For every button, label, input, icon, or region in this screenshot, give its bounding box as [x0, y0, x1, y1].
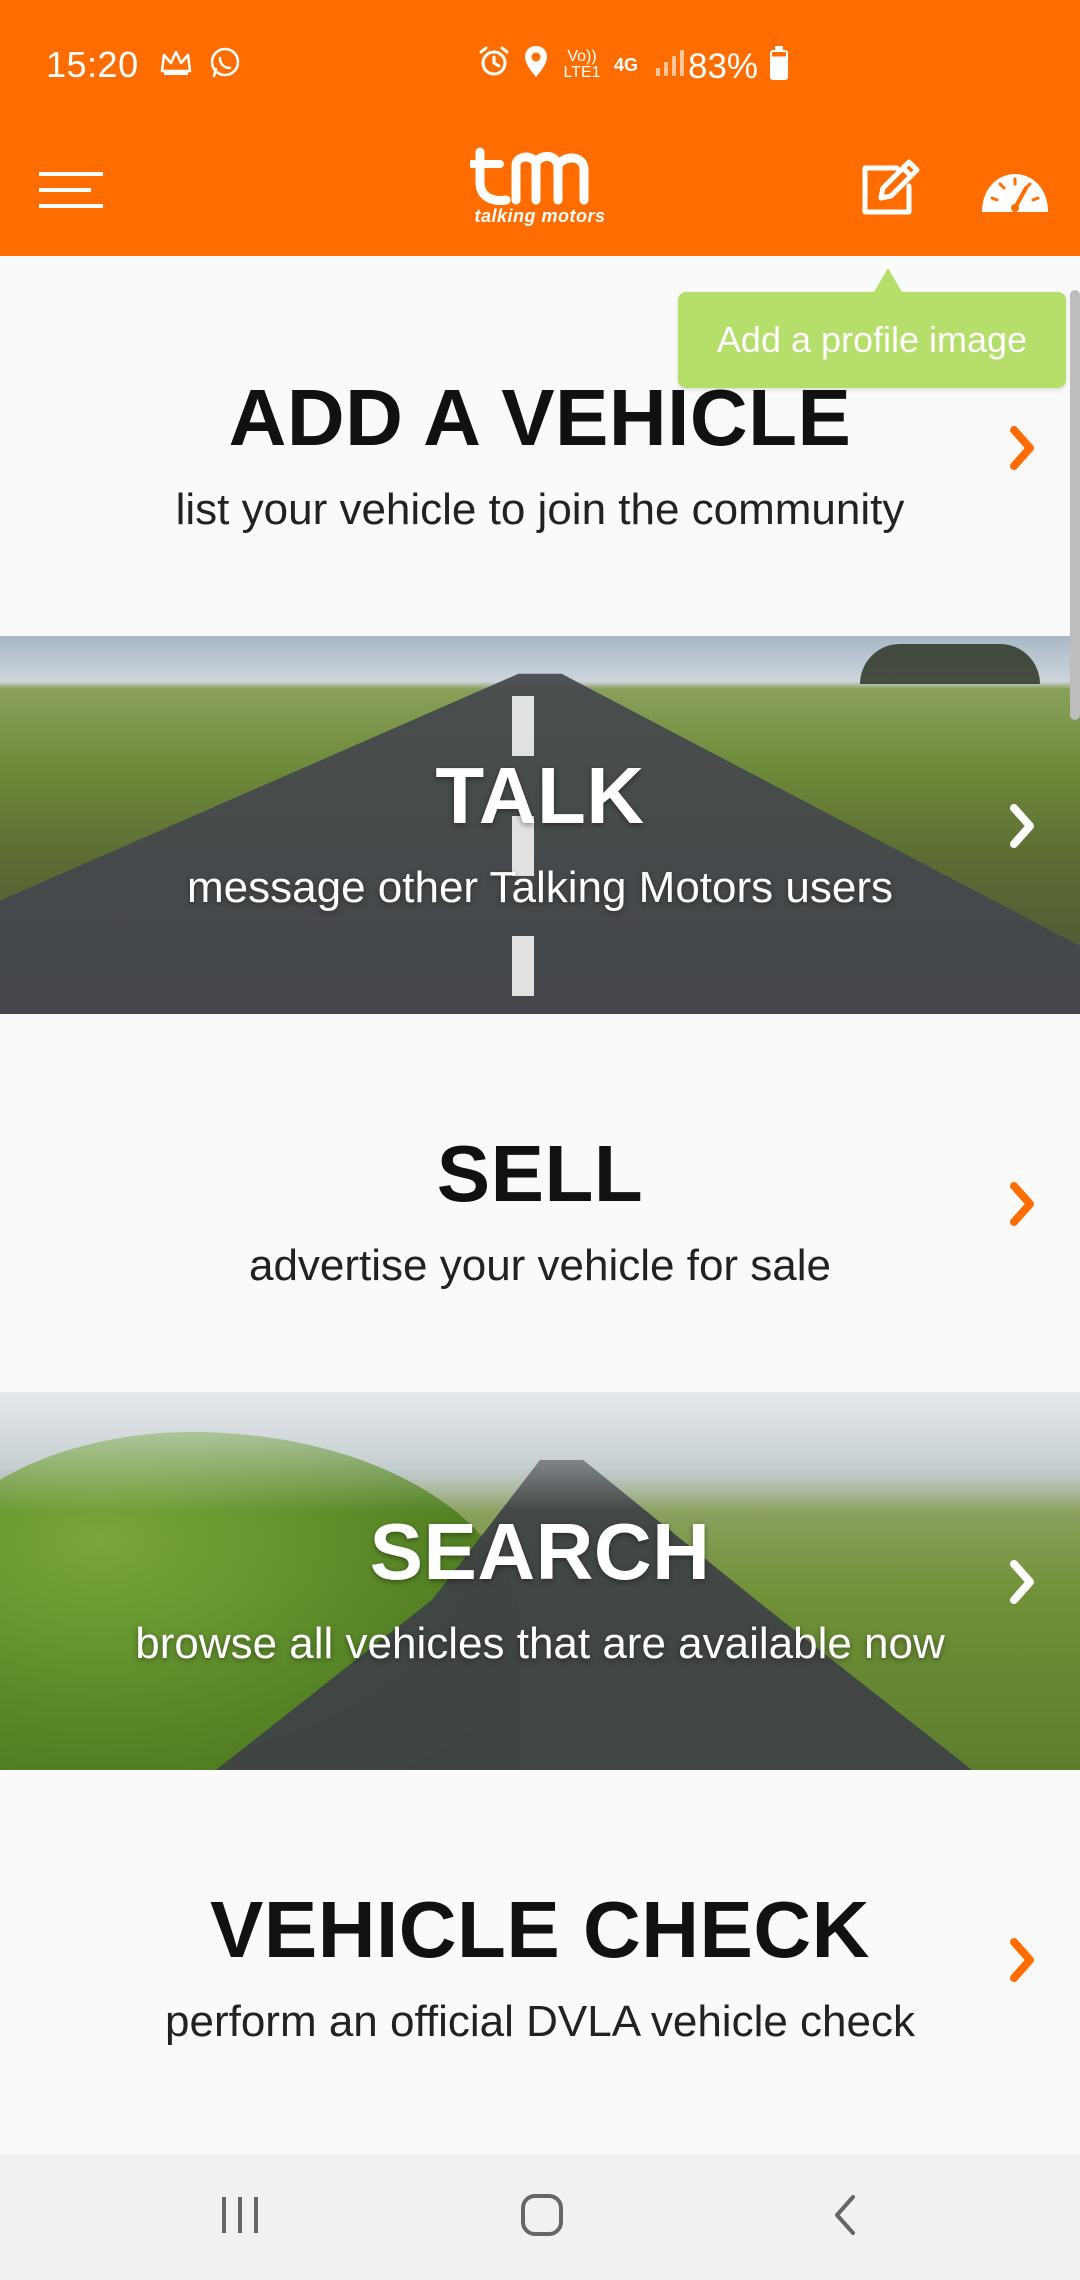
- whatsapp-icon: [208, 46, 242, 85]
- status-time: 15:20: [46, 44, 139, 85]
- crown-icon: [160, 49, 192, 82]
- system-navigation-bar: [0, 2154, 1080, 2280]
- volte-icon: Vo)) LTE1: [563, 47, 601, 81]
- logo-mark-icon: [468, 147, 589, 205]
- back-icon: [831, 2193, 861, 2242]
- status-bar: 15:20 Vo)) LTE1 4G 83%: [0, 0, 1080, 130]
- talking-motors-logo: talking motors: [468, 142, 610, 252]
- location-icon: [522, 44, 550, 85]
- card-subtitle: perform an official DVLA vehicle check: [165, 1997, 915, 2046]
- hamburger-menu-icon: [39, 170, 105, 215]
- card-subtitle: advertise your vehicle for sale: [248, 1241, 832, 1290]
- back-button[interactable]: [786, 2174, 906, 2260]
- app-header: talking motors: [0, 130, 1080, 256]
- recent-apps-icon: [218, 2195, 262, 2240]
- card-title: VEHICLE CHECK: [210, 1885, 870, 1974]
- alarm-icon: [476, 44, 512, 85]
- scrollbar[interactable]: [1070, 290, 1080, 720]
- battery-icon: [770, 46, 788, 80]
- menu-button[interactable]: [36, 162, 108, 222]
- speedometer-icon: [980, 170, 1050, 219]
- card-title: SELL: [436, 1129, 644, 1218]
- network-4g-icon: 4G: [614, 54, 639, 75]
- home-icon: [519, 2192, 565, 2243]
- talk-card[interactable]: TALK message other Talking Motors users: [0, 636, 1080, 1014]
- top-bar: 15:20 Vo)) LTE1 4G 83% talking motors: [0, 0, 1080, 256]
- dashboard-button[interactable]: [972, 154, 1058, 234]
- logo-subtext: talking motors: [474, 206, 606, 226]
- card-subtitle: list your vehicle to join the community: [175, 485, 905, 534]
- chevron-right-icon: [1010, 426, 1034, 470]
- sell-card[interactable]: SELL advertise your vehicle for sale: [0, 1014, 1080, 1392]
- card-title: SEARCH: [369, 1507, 711, 1596]
- vehicle-check-card[interactable]: VEHICLE CHECK perform an official DVLA v…: [0, 1770, 1080, 2148]
- status-center-icons: Vo)) LTE1 4G: [476, 44, 686, 85]
- edit-profile-button[interactable]: [850, 150, 930, 230]
- chevron-right-icon: [1010, 1182, 1034, 1226]
- chevron-right-icon: [1010, 1560, 1034, 1604]
- card-title: TALK: [435, 751, 645, 840]
- card-subtitle: browse all vehicles that are available n…: [135, 1619, 945, 1668]
- home-button[interactable]: [482, 2174, 602, 2260]
- search-card[interactable]: SEARCH browse all vehicles that are avai…: [0, 1392, 1080, 1770]
- recent-apps-button[interactable]: [180, 2174, 300, 2260]
- card-subtitle: message other Talking Motors users: [187, 863, 893, 912]
- add-profile-image-tooltip[interactable]: Add a profile image: [678, 268, 1066, 388]
- signal-icon: [654, 46, 686, 83]
- chevron-right-icon: [1010, 804, 1034, 848]
- edit-icon: [857, 158, 923, 223]
- chevron-right-icon: [1010, 1938, 1034, 1982]
- battery-percentage: 83%: [688, 47, 759, 86]
- status-left-icons: [160, 46, 242, 85]
